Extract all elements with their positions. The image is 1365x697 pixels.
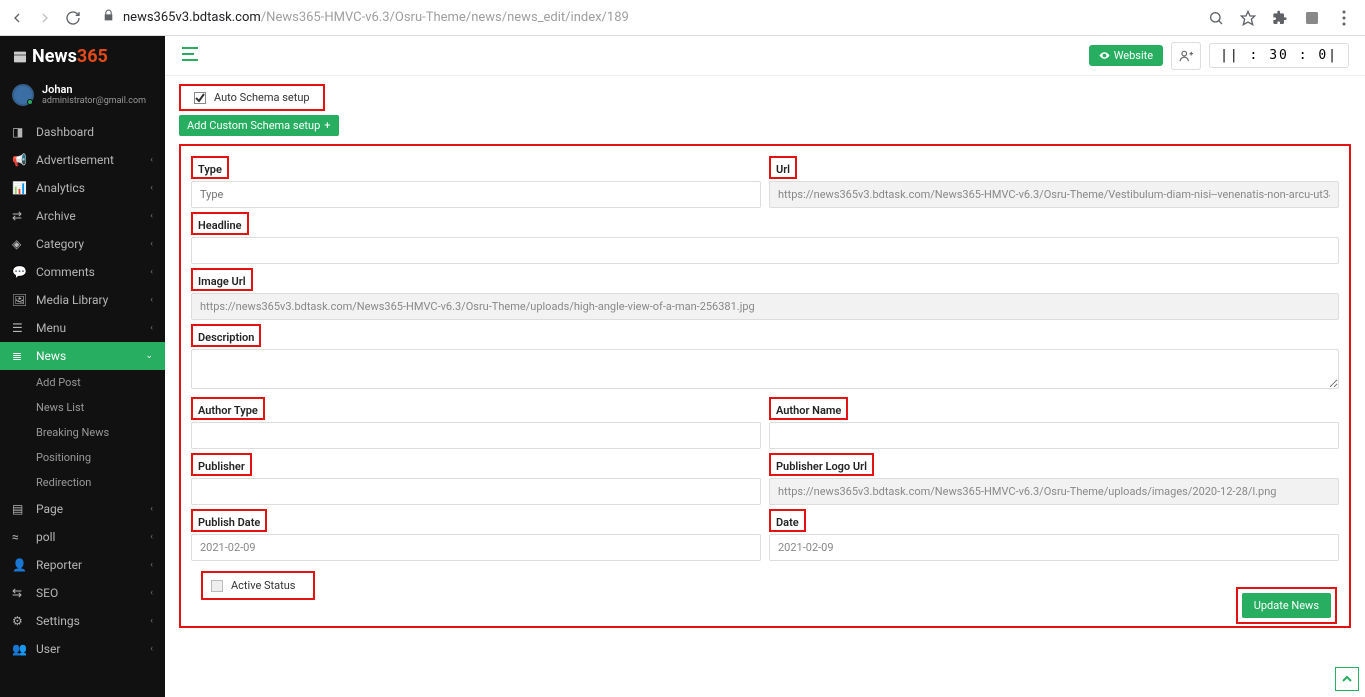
toggle-sidebar-icon[interactable]	[181, 46, 199, 65]
nav-label: Dashboard	[36, 125, 94, 139]
add-custom-schema-label: Add Custom Schema setup	[187, 119, 320, 132]
authorname-input[interactable]	[769, 422, 1339, 449]
publishdate-label: Publish Date	[195, 515, 263, 530]
nav-settings[interactable]: ⚙Settings‹	[0, 607, 165, 635]
nav-seo[interactable]: ⇆SEO‹	[0, 579, 165, 607]
url-input[interactable]	[769, 181, 1339, 208]
address-bar[interactable]: news365v3.bdtask.com/News365-HMVC-v6.3/O…	[92, 9, 1197, 26]
profile-icon[interactable]	[1303, 9, 1321, 27]
publisherlogo-input[interactable]	[769, 478, 1339, 505]
user-block[interactable]: Johan administrator@gmail.com	[0, 77, 165, 118]
nav-label: Analytics	[36, 181, 85, 195]
add-user-icon[interactable]	[1171, 42, 1201, 70]
publisher-label: Publisher	[195, 459, 248, 474]
nav-label: Menu	[36, 321, 66, 335]
publisherlogo-label: Publisher Logo Url	[773, 459, 870, 474]
user-name: Johan	[42, 83, 146, 96]
date-input[interactable]	[769, 534, 1339, 561]
nav-poll[interactable]: ≈poll‹	[0, 523, 165, 551]
nav-label: Media Library	[36, 293, 108, 307]
user-email: administrator@gmail.com	[42, 96, 146, 106]
active-status-highlight: Active Status	[201, 571, 315, 600]
nav-label: Settings	[36, 614, 80, 628]
nav-user[interactable]: 👥User‹	[0, 635, 165, 663]
forward-icon	[36, 9, 54, 27]
url-path: /News365-HMVC-v6.3/Osru-Theme/news/news_…	[261, 10, 629, 25]
date-label: Date	[773, 515, 802, 530]
sub-positioning[interactable]: Positioning	[0, 445, 165, 470]
nav-dashboard[interactable]: ◨Dashboard	[0, 118, 165, 146]
nav-label: Comments	[36, 265, 95, 279]
content: Auto Schema setup Add Custom Schema setu…	[165, 76, 1365, 697]
nav-reporter[interactable]: 👤Reporter‹	[0, 551, 165, 579]
zoom-icon[interactable]	[1207, 9, 1225, 27]
authortype-input[interactable]	[191, 422, 761, 449]
nav-label: Advertisement	[36, 153, 114, 167]
website-button-label: Website	[1114, 49, 1153, 62]
nav-label: poll	[36, 530, 55, 544]
logo-text-2: 365	[77, 46, 108, 67]
imageurl-label: Image Url	[195, 274, 249, 289]
sub-redirection[interactable]: Redirection	[0, 470, 165, 495]
url-label: Url	[773, 162, 793, 177]
logo-text-1: News	[32, 46, 77, 67]
menu-dots-icon[interactable]	[1335, 9, 1353, 27]
topbar: Website || : 30 : 0|	[165, 36, 1365, 76]
browser-chrome: news365v3.bdtask.com/News365-HMVC-v6.3/O…	[0, 0, 1365, 36]
nav-archive[interactable]: ⇄Archive‹	[0, 202, 165, 230]
extensions-icon[interactable]	[1271, 9, 1289, 27]
nav-label: SEO	[36, 586, 58, 600]
nav-advertisement[interactable]: 📢Advertisement‹	[0, 146, 165, 174]
website-button[interactable]: Website	[1089, 45, 1163, 66]
imageurl-input[interactable]	[191, 293, 1339, 320]
schema-form: Type Url Headline Ima	[179, 144, 1351, 628]
sub-add-post[interactable]: Add Post	[0, 370, 165, 395]
url-host: news365v3.bdtask.com	[123, 10, 261, 25]
nav-label: Archive	[36, 209, 76, 223]
nav-label: Category	[36, 237, 84, 251]
nav-menu[interactable]: ☰Menu‹	[0, 314, 165, 342]
authortype-label: Author Type	[195, 403, 261, 418]
active-status-checkbox[interactable]	[211, 580, 223, 592]
publishdate-input[interactable]	[191, 534, 761, 561]
nav-comments[interactable]: 💬Comments‹	[0, 258, 165, 286]
logo: News365	[0, 36, 165, 77]
nav-label: Reporter	[36, 558, 82, 572]
lock-icon	[102, 9, 115, 26]
nav-media[interactable]: 🖼Media Library‹	[0, 286, 165, 314]
headline-input[interactable]	[191, 237, 1339, 264]
plus-icon: +	[324, 119, 330, 132]
type-input[interactable]	[191, 181, 761, 208]
nav-news[interactable]: ≣News⌄	[0, 342, 165, 370]
nav-category[interactable]: ◈Category‹	[0, 230, 165, 258]
auto-schema-checkbox[interactable]	[194, 92, 206, 104]
avatar	[12, 84, 34, 106]
description-label: Description	[195, 330, 257, 345]
back-icon[interactable]	[8, 9, 26, 27]
reload-icon[interactable]	[64, 9, 82, 27]
clock-display: || : 30 : 0|	[1209, 43, 1349, 68]
sub-news-list[interactable]: News List	[0, 395, 165, 420]
nav-label: User	[36, 642, 60, 656]
type-label: Type	[195, 162, 225, 177]
description-input[interactable]	[191, 349, 1339, 389]
back-to-top-button[interactable]	[1335, 667, 1359, 691]
sub-breaking-news[interactable]: Breaking News	[0, 420, 165, 445]
star-icon[interactable]	[1239, 9, 1257, 27]
active-status-label: Active Status	[231, 579, 295, 592]
auto-schema-highlight: Auto Schema setup	[179, 84, 325, 111]
publisher-input[interactable]	[191, 478, 761, 505]
update-news-button[interactable]: Update News	[1242, 593, 1331, 618]
nav-analytics[interactable]: 📊Analytics‹	[0, 174, 165, 202]
main-area: Website || : 30 : 0| Auto Schema setup	[165, 36, 1365, 697]
update-button-highlight: Update News	[1236, 587, 1337, 624]
nav-label: News	[36, 349, 66, 363]
headline-label: Headline	[195, 218, 245, 233]
sidebar: News365 Johan administrator@gmail.com ◨D…	[0, 36, 165, 697]
authorname-label: Author Name	[773, 403, 844, 418]
nav-label: Page	[36, 502, 63, 516]
add-custom-schema-button[interactable]: Add Custom Schema setup +	[179, 115, 339, 136]
auto-schema-label: Auto Schema setup	[214, 91, 310, 104]
nav-page[interactable]: ▤Page‹	[0, 495, 165, 523]
